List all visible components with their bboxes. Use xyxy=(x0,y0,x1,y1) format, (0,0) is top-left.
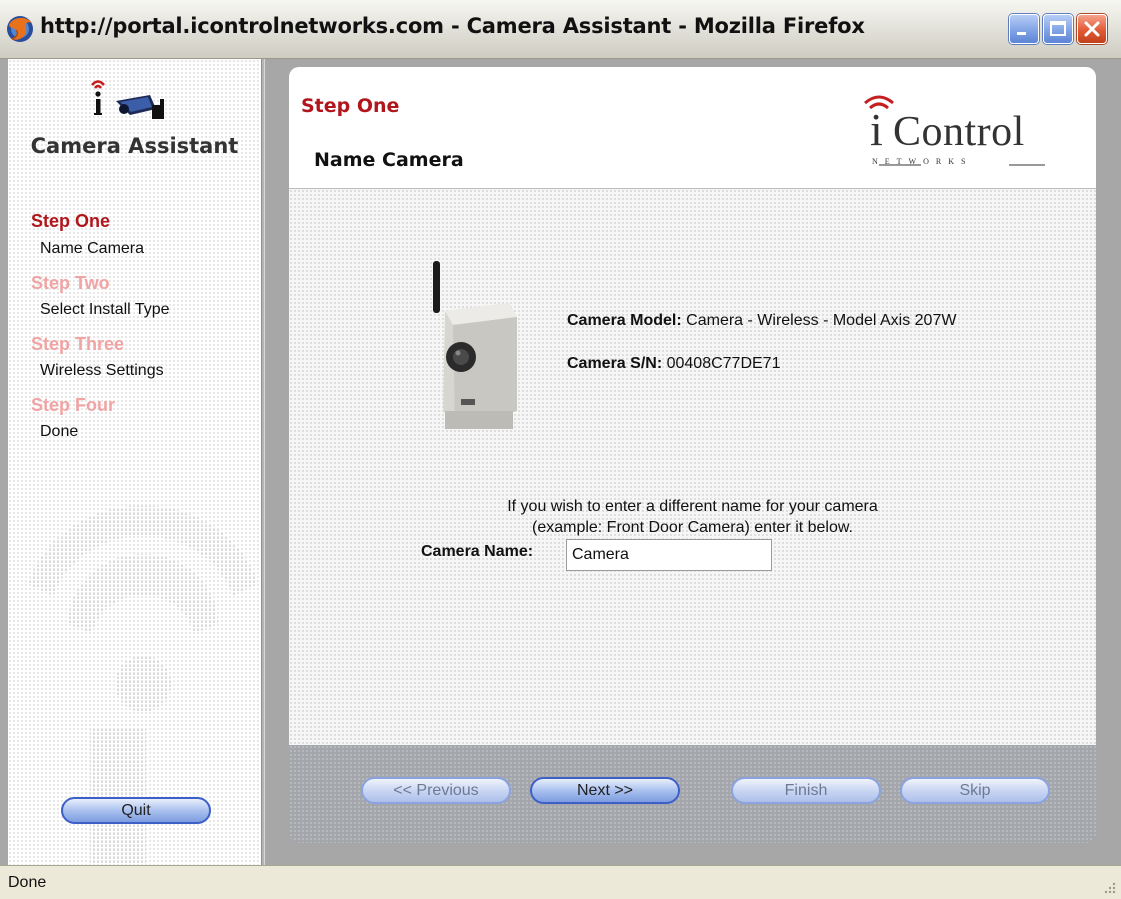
camera-model-label: Camera Model: xyxy=(567,312,682,329)
sidebar-step-two-label: Select Install Type xyxy=(40,301,170,318)
firefox-icon xyxy=(7,16,33,42)
sidebar-title: Camera Assistant xyxy=(30,134,239,158)
next-button[interactable]: Next >> xyxy=(530,777,680,804)
camera-image xyxy=(433,261,517,429)
instructions-line-2: (example: Front Door Camera) enter it be… xyxy=(531,519,853,536)
sidebar-splitter xyxy=(261,59,265,865)
close-button[interactable] xyxy=(1077,14,1107,44)
resize-grip-icon[interactable] xyxy=(1101,879,1117,895)
window-title-bar[interactable]: http://portal.icontrolnetworks.com - Cam… xyxy=(0,0,1121,59)
skip-button[interactable]: Skip xyxy=(900,777,1050,804)
sidebar-step-four: Step Four xyxy=(31,395,115,415)
sidebar-step-one-label: Name Camera xyxy=(40,240,145,257)
sidebar-step-one: Step One xyxy=(31,211,111,231)
panel-header: Step One Name Camera i Control NETWORKS xyxy=(289,67,1096,189)
brand-logo-initial: i xyxy=(870,104,883,155)
sidebar-step-four-label: Done xyxy=(40,423,79,440)
status-text: Done xyxy=(8,874,47,891)
maximize-button[interactable] xyxy=(1043,14,1073,44)
close-icon xyxy=(1084,21,1100,37)
minimize-icon xyxy=(1017,32,1026,35)
minimize-button[interactable] xyxy=(1009,14,1039,44)
step-title: Step One xyxy=(301,95,400,117)
camera-model-row: Camera Model: Camera - Wireless - Model … xyxy=(567,312,956,330)
finish-button[interactable]: Finish xyxy=(731,777,881,804)
brand-logo-word: Control xyxy=(893,109,1025,155)
camera-model-value: Camera - Wireless - Model Axis 207W xyxy=(686,312,957,329)
camera-sn-label: Camera S/N: xyxy=(567,355,663,372)
instructions-line-1: If you wish to enter a different name fo… xyxy=(507,498,878,515)
camera-sn-row: Camera S/N: 00408C77DE71 xyxy=(567,355,780,373)
previous-button[interactable]: << Previous xyxy=(361,777,511,804)
sidebar-step-two: Step Two xyxy=(31,273,110,293)
instructions-text: If you wish to enter a different name fo… xyxy=(289,496,1096,538)
main-panel: Step One Name Camera i Control NETWORKS xyxy=(289,67,1096,843)
brand-logo-tagline: NETWORKS xyxy=(872,157,973,166)
sidebar-step-three-label: Wireless Settings xyxy=(40,362,164,379)
camera-sn-value: 00408C77DE71 xyxy=(666,355,781,372)
window-title: http://portal.icontrolnetworks.com - Cam… xyxy=(40,14,865,38)
page-title: Name Camera xyxy=(314,149,464,171)
window-body: Camera Assistant Step One Name Camera St… xyxy=(0,59,1121,865)
camera-name-input[interactable] xyxy=(566,539,772,571)
status-bar: Done xyxy=(0,865,1121,899)
maximize-icon xyxy=(1050,21,1066,36)
camera-assistant-logo-icon xyxy=(91,80,164,119)
panel-footer: << Previous Next >> Finish Skip xyxy=(289,745,1096,843)
camera-name-label: Camera Name: xyxy=(421,543,534,560)
panel-content: Camera Model: Camera - Wireless - Model … xyxy=(289,189,1096,745)
sidebar: Camera Assistant Step One Name Camera St… xyxy=(8,59,261,865)
quit-button[interactable]: Quit xyxy=(61,797,211,824)
sidebar-step-three: Step Three xyxy=(31,334,125,354)
